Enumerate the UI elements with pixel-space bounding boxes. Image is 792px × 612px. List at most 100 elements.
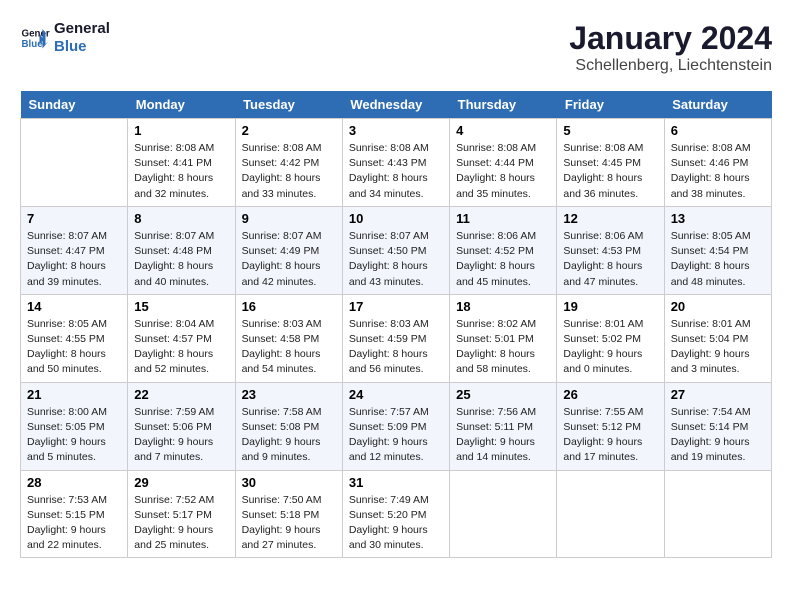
calendar-cell	[21, 119, 128, 207]
calendar-cell: 2 Sunrise: 8:08 AMSunset: 4:42 PMDaylight…	[235, 119, 342, 207]
day-number: 23	[242, 387, 336, 402]
day-info: Sunrise: 8:07 AMSunset: 4:50 PMDaylight:…	[349, 229, 443, 290]
day-info: Sunrise: 8:00 AMSunset: 5:05 PMDaylight:…	[27, 405, 121, 466]
day-info: Sunrise: 7:54 AMSunset: 5:14 PMDaylight:…	[671, 405, 765, 466]
weekday-header: Saturday	[664, 91, 771, 119]
day-info: Sunrise: 8:08 AMSunset: 4:45 PMDaylight:…	[563, 141, 657, 202]
day-number: 26	[563, 387, 657, 402]
calendar-week-row: 21 Sunrise: 8:00 AMSunset: 5:05 PMDayligh…	[21, 382, 772, 470]
day-info: Sunrise: 7:53 AMSunset: 5:15 PMDaylight:…	[27, 493, 121, 554]
day-number: 8	[134, 211, 228, 226]
day-number: 20	[671, 299, 765, 314]
calendar-cell: 24Sunrise: 7:57 AMSunset: 5:09 PMDayligh…	[342, 382, 449, 470]
calendar-cell	[664, 470, 771, 558]
day-info: Sunrise: 8:06 AMSunset: 4:53 PMDaylight:…	[563, 229, 657, 290]
weekday-header: Thursday	[450, 91, 557, 119]
day-info: Sunrise: 8:03 AMSunset: 4:59 PMDaylight:…	[349, 317, 443, 378]
day-info: Sunrise: 8:07 AMSunset: 4:49 PMDaylight:…	[242, 229, 336, 290]
svg-text:General: General	[22, 29, 51, 40]
calendar-cell: 9Sunrise: 8:07 AMSunset: 4:49 PMDaylight…	[235, 206, 342, 294]
day-number: 18	[456, 299, 550, 314]
day-info: Sunrise: 8:08 AMSunset: 4:42 PMDaylight:…	[242, 141, 336, 202]
calendar-cell: 14 Sunrise: 8:05 AMSunset: 4:55 PMDayligh…	[21, 294, 128, 382]
calendar-cell: 20 Sunrise: 8:01 AMSunset: 5:04 PMDayligh…	[664, 294, 771, 382]
day-info: Sunrise: 8:08 AMSunset: 4:44 PMDaylight:…	[456, 141, 550, 202]
calendar-cell: 13 Sunrise: 8:05 AMSunset: 4:54 PMDayligh…	[664, 206, 771, 294]
day-number: 7	[27, 211, 121, 226]
day-number: 4	[456, 123, 550, 138]
calendar-table: SundayMondayTuesdayWednesdayThursdayFrid…	[20, 91, 772, 558]
day-info: Sunrise: 8:04 AMSunset: 4:57 PMDaylight:…	[134, 317, 228, 378]
calendar-cell: 17 Sunrise: 8:03 AMSunset: 4:59 PMDayligh…	[342, 294, 449, 382]
day-info: Sunrise: 7:52 AMSunset: 5:17 PMDaylight:…	[134, 493, 228, 554]
calendar-cell: 8Sunrise: 8:07 AMSunset: 4:48 PMDaylight…	[128, 206, 235, 294]
calendar-cell: 21 Sunrise: 8:00 AMSunset: 5:05 PMDayligh…	[21, 382, 128, 470]
calendar-week-row: 28 Sunrise: 7:53 AMSunset: 5:15 PMDayligh…	[21, 470, 772, 558]
day-number: 13	[671, 211, 765, 226]
calendar-cell: 10 Sunrise: 8:07 AMSunset: 4:50 PMDayligh…	[342, 206, 449, 294]
calendar-cell	[450, 470, 557, 558]
calendar-week-row: 1 Sunrise: 8:08 AMSunset: 4:41 PMDaylight…	[21, 119, 772, 207]
day-info: Sunrise: 8:01 AMSunset: 5:02 PMDaylight:…	[563, 317, 657, 378]
calendar-cell: 5Sunrise: 8:08 AMSunset: 4:45 PMDaylight…	[557, 119, 664, 207]
calendar-week-row: 7 Sunrise: 8:07 AMSunset: 4:47 PMDaylight…	[21, 206, 772, 294]
day-number: 29	[134, 475, 228, 490]
calendar-cell: 15Sunrise: 8:04 AMSunset: 4:57 PMDayligh…	[128, 294, 235, 382]
day-info: Sunrise: 7:57 AMSunset: 5:09 PMDaylight:…	[349, 405, 443, 466]
day-number: 1	[134, 123, 228, 138]
calendar-cell: 1 Sunrise: 8:08 AMSunset: 4:41 PMDaylight…	[128, 119, 235, 207]
day-info: Sunrise: 7:58 AMSunset: 5:08 PMDaylight:…	[242, 405, 336, 466]
weekday-header: Wednesday	[342, 91, 449, 119]
calendar-cell: 30 Sunrise: 7:50 AMSunset: 5:18 PMDayligh…	[235, 470, 342, 558]
calendar-cell: 31 Sunrise: 7:49 AMSunset: 5:20 PMDayligh…	[342, 470, 449, 558]
calendar-cell: 16Sunrise: 8:03 AMSunset: 4:58 PMDayligh…	[235, 294, 342, 382]
day-number: 3	[349, 123, 443, 138]
day-info: Sunrise: 7:49 AMSunset: 5:20 PMDaylight:…	[349, 493, 443, 554]
day-number: 10	[349, 211, 443, 226]
day-info: Sunrise: 7:59 AMSunset: 5:06 PMDaylight:…	[134, 405, 228, 466]
calendar-cell: 18Sunrise: 8:02 AMSunset: 5:01 PMDayligh…	[450, 294, 557, 382]
day-number: 19	[563, 299, 657, 314]
calendar-cell: 26 Sunrise: 7:55 AMSunset: 5:12 PMDayligh…	[557, 382, 664, 470]
day-info: Sunrise: 8:01 AMSunset: 5:04 PMDaylight:…	[671, 317, 765, 378]
day-info: Sunrise: 8:07 AMSunset: 4:47 PMDaylight:…	[27, 229, 121, 290]
page-header: General Blue General Blue January 2024 S…	[20, 20, 772, 75]
day-number: 30	[242, 475, 336, 490]
logo: General Blue General Blue	[20, 20, 110, 56]
calendar-cell: 4 Sunrise: 8:08 AMSunset: 4:44 PMDaylight…	[450, 119, 557, 207]
calendar-week-row: 14 Sunrise: 8:05 AMSunset: 4:55 PMDayligh…	[21, 294, 772, 382]
day-number: 28	[27, 475, 121, 490]
day-number: 14	[27, 299, 121, 314]
weekday-header-row: SundayMondayTuesdayWednesdayThursdayFrid…	[21, 91, 772, 119]
day-info: Sunrise: 7:50 AMSunset: 5:18 PMDaylight:…	[242, 493, 336, 554]
day-info: Sunrise: 8:08 AMSunset: 4:41 PMDaylight:…	[134, 141, 228, 202]
calendar-cell: 19 Sunrise: 8:01 AMSunset: 5:02 PMDayligh…	[557, 294, 664, 382]
day-number: 21	[27, 387, 121, 402]
day-info: Sunrise: 8:06 AMSunset: 4:52 PMDaylight:…	[456, 229, 550, 290]
day-info: Sunrise: 8:08 AMSunset: 4:46 PMDaylight:…	[671, 141, 765, 202]
day-number: 12	[563, 211, 657, 226]
weekday-header: Sunday	[21, 91, 128, 119]
month-year: January 2024	[569, 20, 772, 57]
calendar-cell: 6Sunrise: 8:08 AMSunset: 4:46 PMDaylight…	[664, 119, 771, 207]
calendar-cell: 22Sunrise: 7:59 AMSunset: 5:06 PMDayligh…	[128, 382, 235, 470]
calendar-cell: 25Sunrise: 7:56 AMSunset: 5:11 PMDayligh…	[450, 382, 557, 470]
title-area: January 2024 Schellenberg, Liechtenstein	[569, 20, 772, 75]
weekday-header: Friday	[557, 91, 664, 119]
weekday-header: Monday	[128, 91, 235, 119]
day-number: 17	[349, 299, 443, 314]
day-number: 27	[671, 387, 765, 402]
calendar-cell: 29 Sunrise: 7:52 AMSunset: 5:17 PMDayligh…	[128, 470, 235, 558]
calendar-cell: 28 Sunrise: 7:53 AMSunset: 5:15 PMDayligh…	[21, 470, 128, 558]
calendar-cell: 11Sunrise: 8:06 AMSunset: 4:52 PMDayligh…	[450, 206, 557, 294]
calendar-cell	[557, 470, 664, 558]
day-info: Sunrise: 7:55 AMSunset: 5:12 PMDaylight:…	[563, 405, 657, 466]
day-number: 2	[242, 123, 336, 138]
logo-icon: General Blue	[20, 23, 50, 53]
weekday-header: Tuesday	[235, 91, 342, 119]
calendar-cell: 27 Sunrise: 7:54 AMSunset: 5:14 PMDayligh…	[664, 382, 771, 470]
day-number: 31	[349, 475, 443, 490]
day-number: 16	[242, 299, 336, 314]
day-info: Sunrise: 8:05 AMSunset: 4:54 PMDaylight:…	[671, 229, 765, 290]
day-info: Sunrise: 8:05 AMSunset: 4:55 PMDaylight:…	[27, 317, 121, 378]
